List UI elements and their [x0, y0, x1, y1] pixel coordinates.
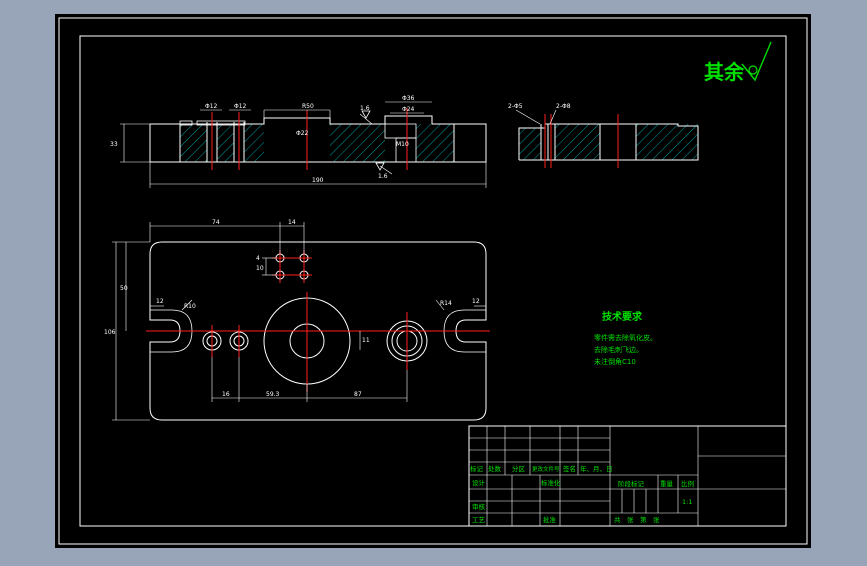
dim-r10: R10: [184, 303, 196, 310]
tb-label-review: 审核: [472, 502, 486, 511]
dim-m10: M10: [396, 141, 409, 148]
dim-50: 50: [120, 285, 128, 292]
surface-finish-label: 其余: [704, 60, 745, 84]
tb-label-mark: 标记: [470, 464, 484, 473]
drawing-canvas[interactable]: 其余 Φ12 Φ12 R50 1.6 Φ36 Φ24 33 Φ22 M10 1.…: [0, 0, 867, 562]
tech-req-line-1: 零件需去除氧化皮。: [594, 333, 657, 342]
dim-16: 16: [222, 391, 230, 398]
dim-phi36: Φ36: [402, 95, 415, 102]
dim-2-phi5: 2-Φ5: [508, 103, 523, 110]
drawing-sheet: [55, 14, 811, 548]
tb-scale-value: 1:1: [682, 498, 692, 506]
tb-label-design: 设计: [472, 478, 486, 487]
dim-phi12-right: Φ12: [234, 103, 247, 110]
tech-req-title: 技术要求: [602, 310, 643, 323]
dim-4: 4: [256, 255, 260, 262]
tb-label-stage-mark: 阶段标记: [618, 479, 645, 488]
dim-r14: R14: [440, 300, 452, 307]
dim-phi24: Φ24: [402, 106, 415, 113]
tb-label-zone: 分区: [512, 464, 526, 473]
dim-59-3: 59.3: [266, 391, 280, 398]
dim-87: 87: [354, 391, 362, 398]
tech-req-line-2: 去除毛刺飞边。: [594, 345, 643, 354]
dim-rough-top: 1.6: [360, 105, 370, 112]
dim-14: 14: [288, 219, 296, 226]
tech-req-line-3: 未注倒角C10: [594, 357, 636, 366]
dim-12-right: 12: [472, 298, 480, 305]
tb-label-approve: 批准: [543, 515, 557, 524]
tb-label-count: 处数: [488, 464, 502, 473]
dim-10: 10: [256, 265, 264, 272]
tb-label-process: 工艺: [472, 516, 486, 524]
tb-label-sheets: 共 张 第 张: [614, 515, 660, 524]
dim-11: 11: [362, 337, 370, 344]
tb-label-standardize: 标准化: [541, 478, 561, 487]
dim-r50: R50: [302, 103, 314, 110]
tb-label-weight: 重量: [660, 480, 674, 488]
dim-height-33: 33: [110, 141, 118, 148]
dim-rough-bottom: 1.6: [378, 173, 388, 180]
tb-label-scale: 比例: [681, 479, 694, 488]
dim-2-phi8: 2-Φ8: [556, 103, 571, 110]
dim-phi22: Φ22: [296, 130, 309, 137]
dim-74: 74: [212, 219, 220, 226]
dim-12-left: 12: [156, 298, 164, 305]
tb-label-change-doc: 更改文件号: [532, 465, 560, 473]
cad-viewport[interactable]: 其余 Φ12 Φ12 R50 1.6 Φ36 Φ24 33 Φ22 M10 1.…: [0, 0, 867, 562]
tb-label-date: 年、月、日: [580, 464, 613, 473]
tb-label-sign: 签名: [563, 464, 576, 473]
dim-106: 106: [104, 329, 116, 336]
dim-length-190: 190: [312, 177, 324, 184]
dim-phi12-left: Φ12: [205, 103, 218, 110]
